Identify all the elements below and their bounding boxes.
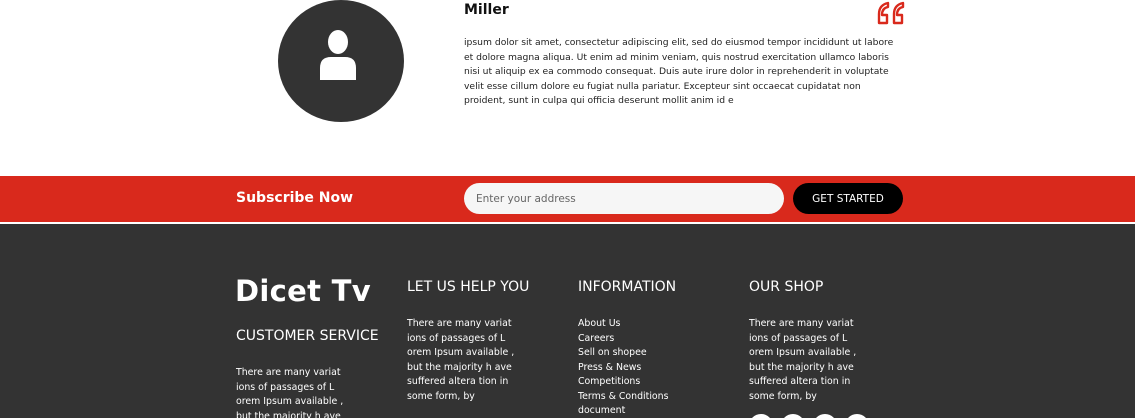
social-icons	[749, 414, 869, 418]
info-link-press-news[interactable]: Press & News	[578, 361, 669, 376]
info-link-careers[interactable]: Careers	[578, 332, 669, 347]
social-icon-3[interactable]	[813, 414, 837, 418]
information-title: INFORMATION	[578, 279, 677, 295]
help-title: LET US HELP YOU	[407, 279, 530, 295]
footer-brand-logo[interactable]: Dicet Tv	[235, 274, 371, 308]
social-icon-1[interactable]	[749, 414, 773, 418]
avatar	[278, 0, 404, 122]
social-icon-2[interactable]	[781, 414, 805, 418]
shop-title: OUR SHOP	[749, 279, 824, 295]
info-link-document[interactable]: document	[578, 404, 669, 418]
footer: Dicet Tv CUSTOMER SERVICE There are many…	[0, 224, 1135, 418]
subscribe-band: Subscribe Now GET STARTED	[0, 176, 1135, 222]
help-text: There are many variat ions of passages o…	[407, 318, 515, 402]
testimonial-text: ipsum dolor sit amet, consectetur adipis…	[464, 37, 894, 107]
testimonial-name: Miller	[464, 2, 509, 18]
information-links: About Us Careers Sell on shopee Press & …	[578, 317, 669, 418]
email-address-input[interactable]	[464, 183, 784, 214]
testimonial-section: Miller ipsum dolor sit amet, consectetur…	[0, 0, 1135, 176]
shop-text: There are many variat ions of passages o…	[749, 318, 857, 402]
info-link-competitions[interactable]: Competitions	[578, 375, 669, 390]
customer-service-text: There are many variat ions of passages o…	[236, 367, 344, 418]
info-link-sell-on-shopee[interactable]: Sell on shopee	[578, 346, 669, 361]
quote-icon	[877, 1, 905, 25]
info-link-terms-conditions[interactable]: Terms & Conditions	[578, 390, 669, 405]
social-icon-4[interactable]	[845, 414, 869, 418]
user-icon	[320, 30, 356, 80]
customer-service-title: CUSTOMER SERVICE	[236, 328, 379, 344]
get-started-button[interactable]: GET STARTED	[793, 183, 903, 214]
info-link-about-us[interactable]: About Us	[578, 317, 669, 332]
subscribe-title: Subscribe Now	[236, 190, 354, 206]
